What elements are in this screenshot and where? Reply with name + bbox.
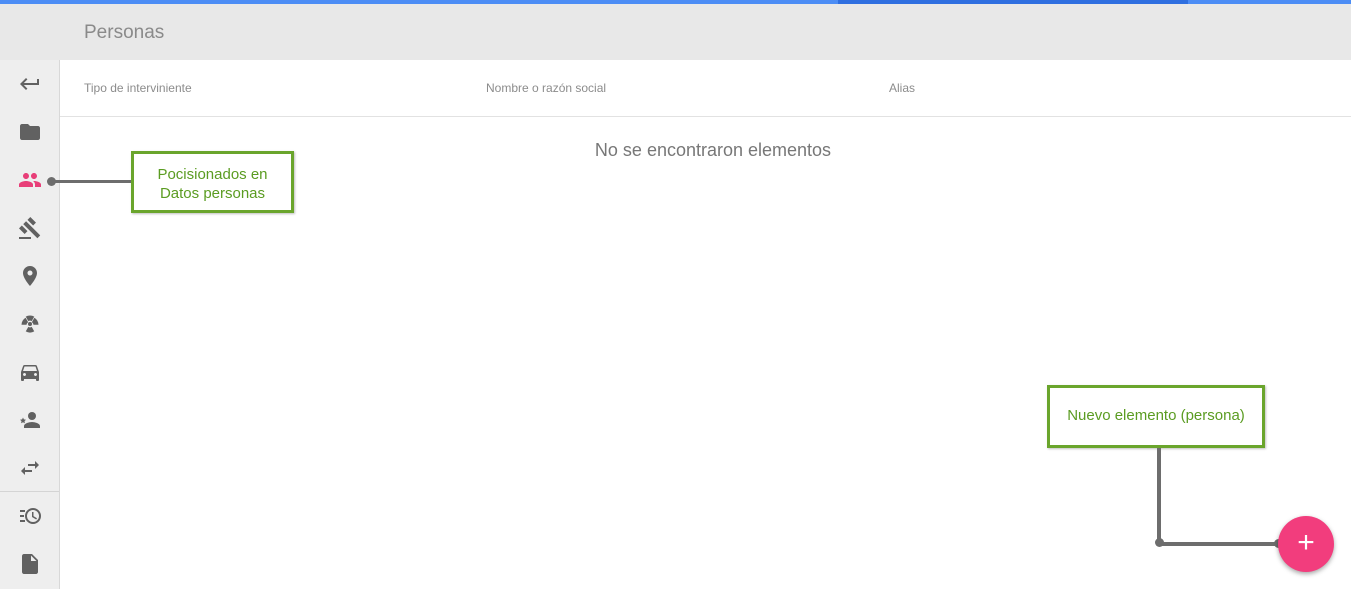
gavel-icon	[18, 217, 41, 239]
sidebar-item-radiation[interactable]	[6, 304, 54, 344]
back-arrow-icon	[20, 78, 39, 90]
sidebar-item-back[interactable]	[6, 64, 54, 104]
sidebar-divider	[0, 491, 59, 492]
column-header-tipo[interactable]: Tipo de interviniente	[84, 81, 192, 95]
person-star-icon	[20, 412, 40, 428]
sidebar-item-swap[interactable]	[6, 448, 54, 488]
page-title: Personas	[84, 22, 165, 43]
folder-icon	[20, 124, 40, 140]
car-icon	[21, 365, 39, 381]
sidebar-item-folder[interactable]	[6, 112, 54, 152]
callout-text-line: Pocisionados en	[157, 166, 268, 183]
sidebar-item-location[interactable]	[6, 256, 54, 296]
document-icon	[22, 554, 38, 574]
callout-connector-line	[1157, 448, 1161, 544]
sidebar-item-vehicle[interactable]	[6, 352, 54, 392]
add-person-button[interactable]: +	[1278, 516, 1334, 572]
callout-text: Nuevo elemento (persona)	[1067, 407, 1245, 424]
history-list-icon	[20, 508, 41, 524]
callout-connector-line	[1157, 542, 1281, 546]
callout-personas-section: Pocisionados en Datos personas	[131, 151, 294, 213]
people-icon	[19, 173, 41, 187]
sidebar-item-history[interactable]	[6, 496, 54, 536]
sidebar-item-person-star[interactable]	[6, 400, 54, 440]
sidebar-item-gavel[interactable]	[6, 208, 54, 248]
callout-anchor-dot	[1155, 538, 1164, 547]
radiation-icon	[21, 315, 39, 333]
sidebar	[0, 60, 60, 589]
location-pin-icon	[23, 266, 37, 286]
page-header: Personas	[0, 4, 1351, 60]
column-header-nombre[interactable]: Nombre o razón social	[486, 81, 606, 95]
sidebar-item-document[interactable]	[6, 544, 54, 584]
callout-text-line: Datos personas	[159, 185, 266, 202]
callout-new-element: Nuevo elemento (persona)	[1047, 385, 1265, 448]
table-header: Tipo de interviniente Nombre o razón soc…	[60, 60, 1351, 117]
column-header-alias[interactable]: Alias	[889, 81, 915, 95]
callout-connector-line	[52, 180, 132, 183]
swap-icon	[21, 461, 39, 475]
